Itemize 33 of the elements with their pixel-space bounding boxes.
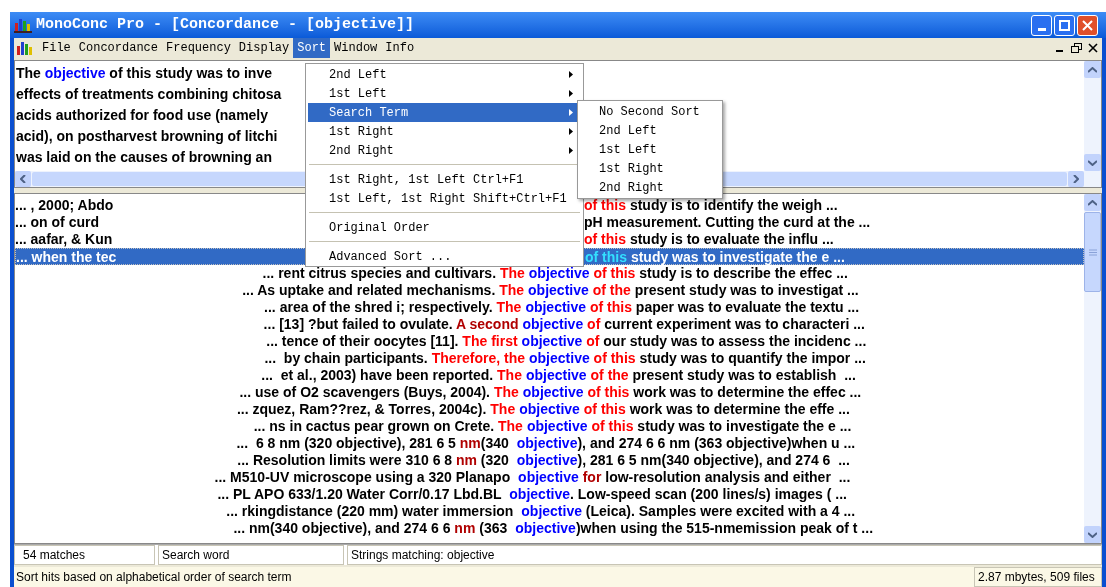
- concordance-line: ... area of the shred i; respectively. The objective of this paper was to evaluate the textu ...: [264, 299, 860, 316]
- concordance-line: ... Resolution limits were 310 6 8 nm (320 objective), 281 6 5 nm(340 objective), and 274 6 ...: [237, 452, 850, 469]
- match-count: 54 matches: [23, 547, 86, 564]
- concordance-line: ... rent citrus species and cultivars. The objective of this study is to describe the effec ...: [262, 265, 848, 282]
- concordance-line: ... zquez, Ram??rez, & Torres, 2004c). The objective of this work was to determine the effe ...: [236, 401, 850, 418]
- concordance-fragment: pH measurement. Cutting the curd at the ...: [584, 214, 871, 231]
- text-line: was laid on the causes of browning an: [16, 148, 272, 167]
- concordance-line: ... tence of their oocytes [11]. The first objective of our study was to assess the incidenc ...: [266, 333, 867, 350]
- concordance-line: ... et al., 2003) have been reported. The objective of the present study was to establish ...: [261, 367, 856, 384]
- concordance-line: ... nm(340 objective), and 274 6 6 nm (363 objective)when using the 515-nmemission peak of t ...: [233, 520, 874, 537]
- concordance-line: ... [13] ?but failed to ovulate. A second objective of current experiment was to characteri ...: [263, 316, 865, 333]
- text-line: effects of treatments combining chitosa: [16, 85, 282, 104]
- concordance-line: ... use of O2 scavengers (Buys, 2004). The objective of this work was to determine the effec ...: [239, 384, 862, 401]
- concordance-line: ... ns in cactus pear grown on Crete. The objective of this study was to investigate the e ...: [253, 418, 852, 435]
- window-title: MonoConc Pro - [Concordance - [objective]]: [36, 14, 415, 35]
- text-line: acid), on postharvest browning of litchi: [16, 127, 278, 146]
- concordance-fragment: of this study is to identify the weigh ...: [584, 197, 838, 214]
- file-info: 2.87 mbytes, 509 files: [978, 569, 1095, 586]
- concordance-line: ... rkingdistance (220 mm) water immersion objective (Leica). Samples were excited with a 4 ...: [226, 503, 856, 520]
- concordance-line: ... PL APO 633/1.20 Water Corr/0.17 Lbd.BL objective. Low-speed scan (200 lines/s) images ( ...: [217, 486, 847, 503]
- concordance-line: ... by chain participants. Therefore, the objective of this study was to quantify the impor ...: [264, 350, 866, 367]
- search-strings: Strings matching: objective: [351, 547, 495, 564]
- status-message: Sort hits based on alphabetical order of search term: [16, 569, 292, 586]
- text-line: The objective of this study was to inve: [16, 64, 272, 83]
- concordance-fragment: of this study is to evaluate the influ ...: [584, 231, 834, 248]
- text-line: acids authorized for food use (namely: [16, 106, 269, 125]
- concordance-line: ... As uptake and related mechanisms. The objective of the present study was to investigat ...: [242, 282, 859, 299]
- concordance-fragment: ... aafar, & Kun: [15, 231, 113, 248]
- concordance-line: ... M510-UV microscope using a 320 Planapo objective for low-resolution analysis and either ...: [214, 469, 851, 486]
- concordance-fragment: ... on of curd: [15, 214, 99, 231]
- search-mode: Search word: [162, 547, 230, 564]
- concordance-fragment: ... , 2000; Abdo: [15, 197, 114, 214]
- concordance-line: ... 6 8 nm (320 objective), 281 6 5 nm(340 objective), and 274 6 6 nm (363 objective)when u ...: [236, 435, 856, 452]
